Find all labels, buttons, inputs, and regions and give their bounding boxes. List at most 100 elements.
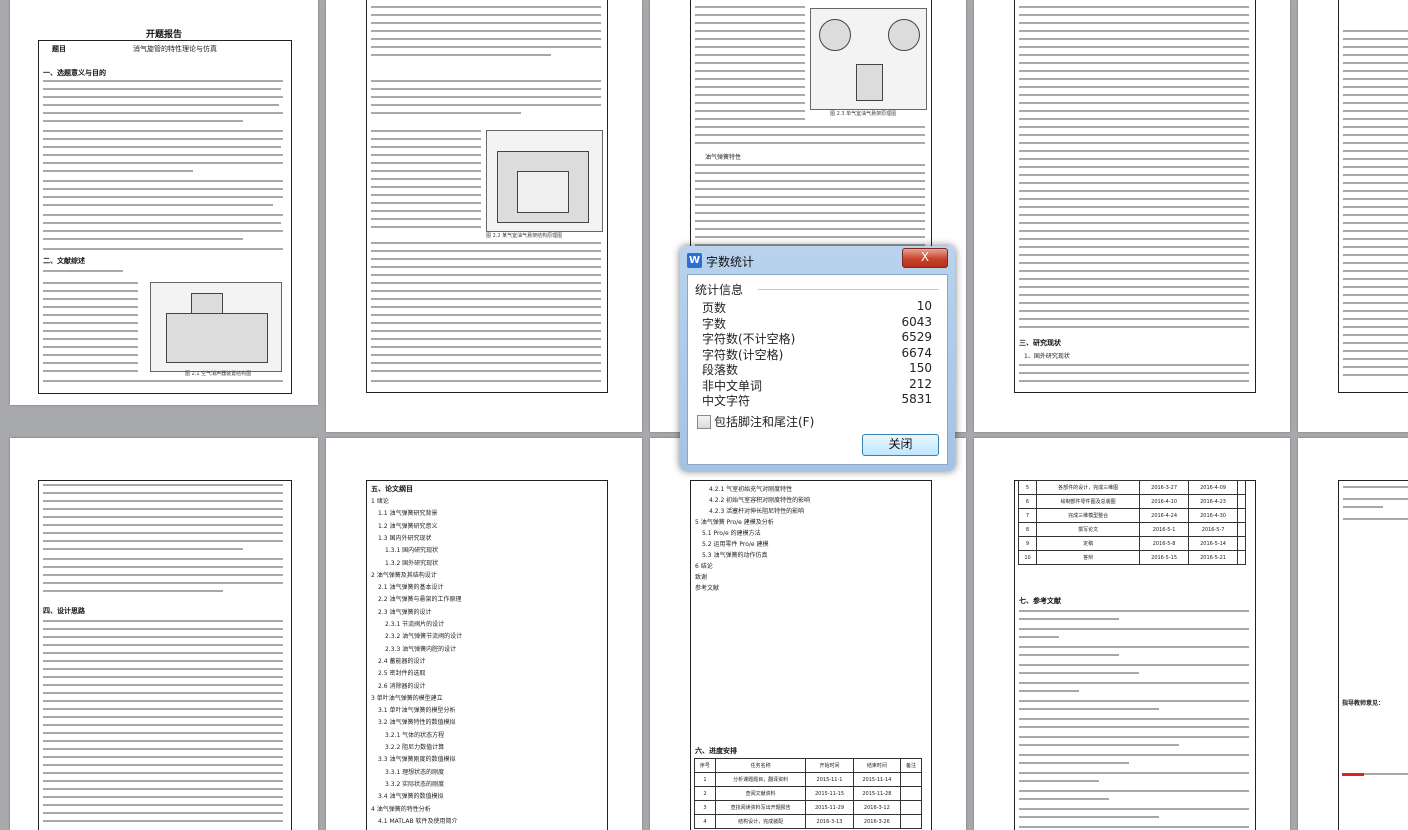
toc-item[interactable]: 2.3.2 油气弹簧节流阀的设计 [385,631,462,640]
stat-label: 字符数(不计空格) [702,332,796,346]
table-cell: 1 [694,772,716,787]
toc-item[interactable]: 2.4 蓄能器的设计 [378,656,425,665]
section-heading: 四、设计思路 [43,607,85,615]
toc-item[interactable]: 1.2 油气弹簧研究意义 [378,521,437,530]
page-10[interactable]: 指导教师意见： [1298,438,1408,830]
schedule-table: 序号 任务名称 开始时间 结束时间 备注 1 分析课题题目，翻译资料 2015-11-1 201… [694,758,922,829]
table-cell: 4 [694,814,716,829]
single-chamber-figure [810,8,927,110]
muffler-figure [150,282,282,372]
toc-item[interactable]: 3.2 油气弹簧特性的数值模拟 [378,717,455,726]
toc-item[interactable]: 3.3 油气弹簧刚度的数值模拟 [378,754,455,763]
stat-row: 中文字符 5831 [702,392,932,408]
toc-item[interactable]: 3.2.2 阻尼力数值计算 [385,742,444,751]
table-cell: 2016-4-30 [1188,508,1239,523]
table-cell: 5 [1017,480,1038,495]
table-cell [1237,550,1246,565]
toc-item[interactable]: 4.1 MATLAB 软件及使用简介 [378,816,458,825]
table-cell [900,800,922,815]
page-9[interactable]: 5 各部件的设计，完成三维图 2016-3-27 2016-4-09 6 绘制部件零件图及… [974,438,1290,830]
toc-item[interactable]: 1.3.2 国外研究现状 [385,558,438,567]
toc-item[interactable]: 2.2 油气弹簧与悬架的工作原理 [378,594,461,603]
page-4[interactable]: 三、研究现状 1、国外研究现状 [974,0,1290,432]
toc-item[interactable]: 4 油气弹簧的特性分析 [371,804,431,813]
table-cell: 2016-5-1 [1139,522,1190,537]
toc-item[interactable]: 2.3.1 节流阀片的设计 [385,619,444,628]
toc-item[interactable]: 3.3.1 理想状态的刚度 [385,767,444,776]
table-cell: 结构设计，完成装配 [714,814,807,829]
table-cell [1237,522,1246,537]
close-icon[interactable]: X [902,248,948,268]
table-row: 2 查阅文献资料 2015-11-15 2015-11-28 [694,786,922,801]
stat-row: 段落数 150 [702,361,932,377]
table-cell: 2016-5-7 [1188,522,1239,537]
toc-item[interactable]: 3.4 油气弹簧的数值模拟 [378,791,443,800]
toc-item[interactable]: 3.1 单叶油气弹簧的模型分析 [378,705,455,714]
figure-caption: 图 2.1 空气消声器装置结构图 [185,371,252,377]
section-heading: 七、参考文献 [1019,597,1061,605]
subject-title: 消气旋管的特性理论与仿真 [133,45,217,53]
page-8[interactable]: 4.2.1 气室初始充气对刚度特性 4.2.2 初始气室容积对刚度特性的影响 4.2… [650,438,966,830]
table-row: 3 查找阅读资料写出开题报告 2015-11-29 2016-3-12 [694,800,922,815]
toc-item[interactable]: 3.2.1 气体的状态方程 [385,730,444,739]
table-cell: 撰写论文 [1036,522,1141,537]
figure-caption: 图 2.2 某气室油气悬架结构原理图 [486,233,563,239]
stat-label: 字符数(计空格) [702,347,784,362]
table-of-contents-cont: 4.2.1 气室初始充气对刚度特性 4.2.2 初始气室容积对刚度特性的影响 4.2… [695,484,925,624]
table-row: 7 完成三维模型整合 2016-4-24 2016-4-30 [1017,508,1246,523]
toc-item[interactable]: 2.1 油气弹簧的基本设计 [378,582,443,591]
toc-item[interactable]: 参考文献 [695,583,719,592]
table-cell: 2016-5-8 [1139,536,1190,551]
table-cell: 答辩 [1036,550,1141,565]
table-cell: 3 [694,800,716,815]
toc-item[interactable]: 5.3 油气弹簧的动作仿真 [702,550,767,559]
toc-item[interactable]: 6 结论 [695,561,713,570]
page-1[interactable]: 开题报告 题目 消气旋管的特性理论与仿真 一、选题意义与目的 二、文献综述 图 … [10,0,318,405]
section-heading: 三、研究现状 [1019,339,1061,347]
toc-item[interactable]: 2.5 密封件的选取 [378,668,425,677]
toc-item[interactable]: 1 绪论 [371,496,389,505]
page-5[interactable] [1298,0,1408,432]
close-button[interactable]: 关闭 [862,434,939,456]
stat-row: 非中文单词 212 [702,377,932,393]
include-footnotes-label[interactable]: 包括脚注和尾注(F) [714,413,814,430]
page-7[interactable]: 五、论文纲目 1 绪论 1.1 油气弹簧研究背景 1.2 油气弹簧研究意义 1.3 国… [326,438,642,830]
toc-item[interactable]: 4.2.1 气室初始充气对刚度特性 [709,484,792,493]
stat-label: 字数 [702,316,727,331]
table-cell: 2015-11-29 [805,800,854,815]
toc-item[interactable]: 2.6 消除器的设计 [378,681,425,690]
dialog-body: 统计信息 页数 10 字数 6043 字符数(不计空格) 6529 字符数(计空格) 6674… [687,274,948,465]
table-cell: 2016-4-10 [1139,494,1190,509]
toc-item[interactable]: 1.3.1 国内研究现状 [385,545,438,554]
table-cell: 定稿 [1036,536,1141,551]
stat-row: 页数 10 [702,299,932,315]
section-heading: 五、论文纲目 [371,485,413,493]
toc-item[interactable]: 3.3.2 实际状态的刚度 [385,779,444,788]
table-row: 10 答辩 2016-5-15 2016-5-21 [1017,550,1246,565]
table-cell: 2016-3-26 [852,814,902,829]
toc-item[interactable]: 5.1 Pro/e 的建模方法 [702,528,761,537]
toc-item[interactable]: 4.2.2 初始气室容积对刚度特性的影响 [709,495,810,504]
toc-item[interactable]: 2 油气弹簧及其结构设计 [371,570,437,579]
toc-item[interactable]: 5.2 运用零件 Pro/e 建模 [702,539,769,548]
toc-item[interactable]: 1.1 油气弹簧研究背景 [378,508,437,517]
toc-item[interactable]: 5 油气弹簧 Pro/e 建模及分析 [695,517,774,526]
table-cell: 2016-4-23 [1188,494,1239,509]
table-header-cell: 开始时间 [805,758,854,773]
toc-item[interactable]: 2.3.3 油气弹簧内腔的设计 [385,644,456,653]
toc-item[interactable]: 2.3 油气弹簧的设计 [378,607,431,616]
table-cell: 2015-11-28 [852,786,902,801]
table-row: 9 定稿 2016-5-8 2016-5-14 [1017,536,1246,551]
red-mark [1342,773,1364,776]
page-6[interactable]: 四、设计思路 [10,438,318,830]
toc-item[interactable]: 致谢 [695,572,707,581]
toc-item[interactable]: 4.2.3 活塞杆对伸长阻尼特性的影响 [709,506,804,515]
page-2[interactable]: 图 2.2 某气室油气悬架结构原理图 [326,0,642,432]
include-footnotes-checkbox[interactable] [697,415,711,429]
table-cell: 6 [1017,494,1038,509]
stat-value: 150 [909,361,932,375]
toc-item[interactable]: 3 单叶油气弹簧的模型建立 [371,693,443,702]
toc-item[interactable]: 1.3 国内外研究现状 [378,533,431,542]
app-icon: W [687,253,702,268]
table-cell: 2015-11-15 [805,786,854,801]
